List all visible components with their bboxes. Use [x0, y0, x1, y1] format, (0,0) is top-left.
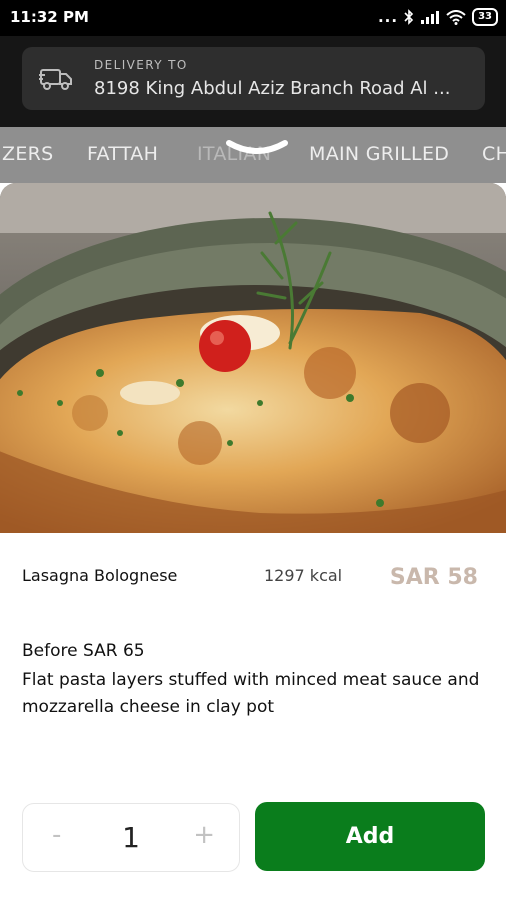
app-header: DELIVERY TO 8198 King Abdul Aziz Branch …	[0, 36, 506, 127]
status-time: 11:32 PM	[10, 8, 89, 26]
tab-fattah[interactable]: FATTAH	[87, 143, 158, 165]
delivery-label: DELIVERY TO	[94, 58, 188, 72]
wifi-icon	[446, 9, 466, 25]
item-price: SAR 58	[389, 565, 478, 590]
tab-main-grilled[interactable]: MAIN GRILLED	[309, 143, 449, 165]
increase-quantity-button[interactable]: +	[193, 820, 215, 850]
chevron-down-icon[interactable]	[226, 137, 288, 161]
cell-signal-icon	[421, 11, 440, 24]
category-tabs: ZERS FATTAH ITALIAN MAIN GRILLED CH	[0, 127, 506, 183]
lasagna-illustration	[0, 183, 506, 533]
tab-zers[interactable]: ZERS	[2, 143, 53, 165]
notification-dots: ...	[377, 8, 399, 26]
status-icons: ... 33	[378, 8, 498, 26]
tab-ch[interactable]: CH	[482, 143, 506, 165]
delivery-address-selector[interactable]: DELIVERY TO 8198 King Abdul Aziz Branch …	[22, 47, 485, 110]
battery-icon: 33	[472, 8, 498, 26]
delivery-truck-icon	[39, 69, 72, 90]
bluetooth-icon	[404, 9, 414, 25]
add-to-cart-button[interactable]: Add	[255, 802, 485, 871]
delivery-address: 8198 King Abdul Aziz Branch Road Al ...	[94, 78, 451, 99]
dish-image	[0, 183, 506, 533]
item-description: Flat pasta layers stuffed with minced me…	[22, 670, 480, 717]
quantity-stepper: - 1 +	[22, 803, 240, 872]
item-calories: 1297 kcal	[264, 566, 343, 585]
status-bar: 11:32 PM ... 33	[0, 0, 506, 36]
item-name: Lasagna Bolognese	[22, 566, 178, 585]
before-price: Before SAR 65	[22, 641, 145, 661]
